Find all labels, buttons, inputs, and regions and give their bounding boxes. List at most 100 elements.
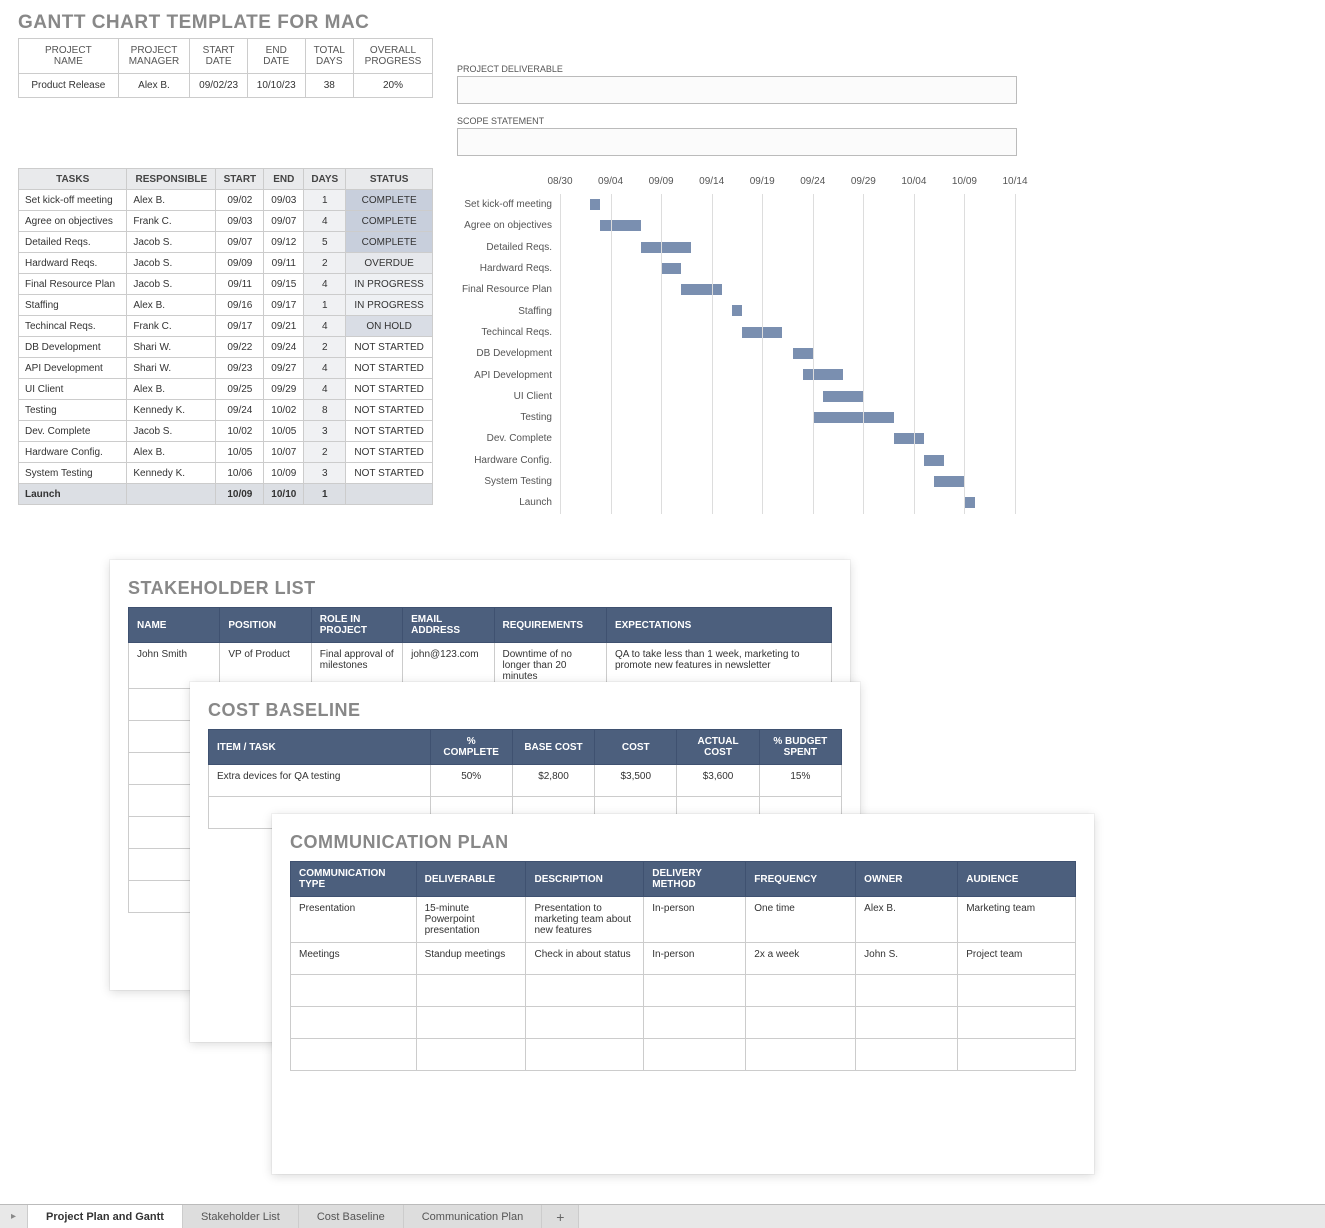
comm-title: COMMUNICATION PLAN — [290, 832, 1076, 853]
tasks-status: NOT STARTED — [346, 463, 433, 484]
comm-cell: One time — [746, 897, 856, 943]
tasks-status — [346, 484, 433, 505]
gantt-row-label: Hardward Reqs. — [450, 263, 558, 274]
tasks-task: Testing — [19, 400, 127, 421]
tasks-days: 2 — [304, 337, 346, 358]
tasks-start: 09/17 — [216, 316, 264, 337]
comm-cell: Marketing team — [958, 897, 1076, 943]
tasks-status: NOT STARTED — [346, 421, 433, 442]
tasks-start: 10/05 — [216, 442, 264, 463]
stakeholder-title: STAKEHOLDER LIST — [128, 578, 832, 599]
summary-cell: 10/10/23 — [247, 74, 305, 98]
cost-title: COST BASELINE — [208, 700, 842, 721]
tasks-header: TASKS — [19, 169, 127, 190]
tasks-start: 09/11 — [216, 274, 264, 295]
sheet-tab[interactable]: Cost Baseline — [299, 1205, 404, 1228]
tasks-end: 09/27 — [264, 358, 304, 379]
table-row: Dev. CompleteJacob S.10/0210/053NOT STAR… — [19, 421, 433, 442]
gantt-row-label: API Development — [450, 370, 558, 381]
tasks-days: 3 — [304, 463, 346, 484]
tasks-resp: Kennedy K. — [127, 463, 216, 484]
tasks-resp: Alex B. — [127, 379, 216, 400]
tasks-end: 10/09 — [264, 463, 304, 484]
page-title: GANTT CHART TEMPLATE FOR MAC — [18, 12, 1325, 34]
scope-input[interactable] — [457, 128, 1017, 156]
gantt-bar — [813, 412, 894, 423]
tasks-end: 10/10 — [264, 484, 304, 505]
tasks-resp: Alex B. — [127, 442, 216, 463]
gantt-tick: 09/14 — [699, 176, 724, 187]
tasks-days: 2 — [304, 442, 346, 463]
tasks-status: ON HOLD — [346, 316, 433, 337]
gantt-row: Testing — [450, 407, 1015, 428]
gantt-row-label: DB Development — [450, 348, 558, 359]
table-row: Techincal Reqs.Frank C.09/1709/214ON HOL… — [19, 316, 433, 337]
gantt-bar — [964, 497, 974, 508]
tasks-task: Staffing — [19, 295, 127, 316]
add-sheet-button[interactable]: + — [542, 1205, 579, 1228]
gantt-bar — [924, 455, 944, 466]
comm-header: FREQUENCY — [746, 862, 856, 897]
tasks-task: DB Development — [19, 337, 127, 358]
tasks-end: 09/11 — [264, 253, 304, 274]
tasks-resp: Jacob S. — [127, 253, 216, 274]
tasks-status: NOT STARTED — [346, 358, 433, 379]
cost-header: BASE COST — [512, 730, 594, 765]
sheet-tab[interactable]: Stakeholder List — [183, 1205, 299, 1228]
gantt-row-label: Set kick-off meeting — [450, 199, 558, 210]
comm-cell: Standup meetings — [416, 943, 526, 975]
deliverable-input[interactable] — [457, 76, 1017, 104]
gantt-row: DB Development — [450, 343, 1015, 364]
tasks-days: 4 — [304, 316, 346, 337]
tasks-start: 09/03 — [216, 211, 264, 232]
gantt-row-label: Hardware Config. — [450, 455, 558, 466]
stakeholder-header: EMAIL ADDRESS — [403, 608, 494, 643]
scope-label: SCOPE STATEMENT — [457, 116, 1017, 126]
tasks-end: 09/21 — [264, 316, 304, 337]
tasks-resp: Jacob S. — [127, 274, 216, 295]
tasks-status: COMPLETE — [346, 211, 433, 232]
tasks-status: NOT STARTED — [346, 442, 433, 463]
gantt-row-label: System Testing — [450, 476, 558, 487]
gantt-bar — [600, 220, 640, 231]
comm-header: COMMUNICATION TYPE — [291, 862, 417, 897]
stakeholder-header: POSITION — [220, 608, 311, 643]
sheet-tab[interactable]: Project Plan and Gantt — [28, 1205, 183, 1228]
gantt-row-label: Launch — [450, 497, 558, 508]
comm-cell: John S. — [856, 943, 958, 975]
comm-cell: Alex B. — [856, 897, 958, 943]
comm-cell: Check in about status — [526, 943, 644, 975]
stakeholder-header: NAME — [129, 608, 220, 643]
tasks-task: Hardware Config. — [19, 442, 127, 463]
tasks-end: 09/15 — [264, 274, 304, 295]
summary-header: PROJECTNAME — [19, 39, 119, 74]
gantt-row: Detailed Reqs. — [450, 237, 1015, 258]
tasks-end: 09/29 — [264, 379, 304, 400]
tasks-resp: Frank C. — [127, 211, 216, 232]
gantt-tick: 10/14 — [1002, 176, 1027, 187]
gantt-row: Dev. Complete — [450, 428, 1015, 449]
tasks-start: 09/25 — [216, 379, 264, 400]
comm-header: DELIVERABLE — [416, 862, 526, 897]
tasks-resp: Jacob S. — [127, 421, 216, 442]
tasks-start: 09/22 — [216, 337, 264, 358]
tasks-days: 3 — [304, 421, 346, 442]
cost-header: ITEM / TASK — [209, 730, 431, 765]
tasks-days: 4 — [304, 211, 346, 232]
stakeholder-header: ROLE IN PROJECT — [311, 608, 402, 643]
table-row: Hardware Config.Alex B.10/0510/072NOT ST… — [19, 442, 433, 463]
cost-cell: Extra devices for QA testing — [209, 765, 431, 797]
summary-header: ENDDATE — [247, 39, 305, 74]
tab-expander-icon[interactable]: ▸ — [0, 1205, 28, 1228]
tasks-task: Set kick-off meeting — [19, 190, 127, 211]
sheet-tab[interactable]: Communication Plan — [404, 1205, 543, 1228]
cost-header: COST — [595, 730, 677, 765]
comm-cell: Meetings — [291, 943, 417, 975]
table-row: Agree on objectivesFrank C.09/0309/074CO… — [19, 211, 433, 232]
gantt-row: Hardware Config. — [450, 450, 1015, 471]
table-row: Hardward Reqs.Jacob S.09/0909/112OVERDUE — [19, 253, 433, 274]
tasks-task: Launch — [19, 484, 127, 505]
summary-header: PROJECTMANAGER — [118, 39, 190, 74]
cost-cell: $3,600 — [677, 765, 759, 797]
tasks-start: 10/02 — [216, 421, 264, 442]
